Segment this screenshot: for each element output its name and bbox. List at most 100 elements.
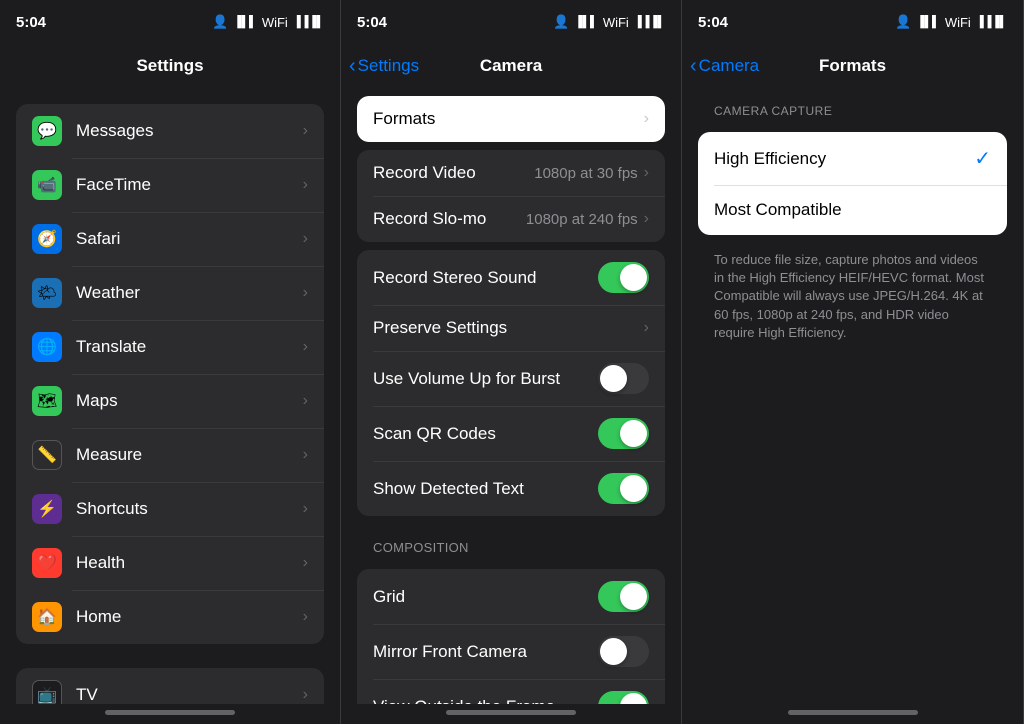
sidebar-item-weather[interactable]: 🌤 Weather › bbox=[16, 266, 324, 320]
tv-label: TV bbox=[76, 685, 303, 704]
camera-back-button[interactable]: ‹ Settings bbox=[349, 56, 419, 76]
record-video-value: 1080p at 30 fps bbox=[534, 165, 637, 182]
signal-icon-2: ▐▌▌ bbox=[574, 16, 597, 28]
sidebar-item-facetime[interactable]: 📹 FaceTime › bbox=[16, 158, 324, 212]
safari-label: Safari bbox=[76, 229, 303, 249]
qr-row: Scan QR Codes bbox=[357, 406, 665, 461]
home-bar-3 bbox=[788, 710, 918, 715]
person-icon: 👤 bbox=[212, 14, 228, 30]
settings-scroll[interactable]: 💬 Messages › 📹 FaceTime › 🧭 Safari › 🌤 W… bbox=[0, 88, 340, 704]
camera-nav-bar: ‹ Settings Camera bbox=[341, 44, 681, 88]
volume-row: Use Volume Up for Burst bbox=[357, 351, 665, 406]
measure-icon: 📏 bbox=[32, 440, 62, 470]
composition-card: Grid Mirror Front Camera View Outside th… bbox=[357, 569, 665, 704]
status-icons-2: 👤 ▐▌▌ WiFi ▐▐▐▌ bbox=[553, 14, 665, 30]
battery-icon-2: ▐▐▐▌ bbox=[634, 16, 665, 28]
home-bar-2 bbox=[446, 710, 576, 715]
shortcuts-label: Shortcuts bbox=[76, 499, 303, 519]
high-efficiency-row[interactable]: High Efficiency ✓ bbox=[698, 132, 1007, 185]
sidebar-item-safari[interactable]: 🧭 Safari › bbox=[16, 212, 324, 266]
formats-description: To reduce file size, capture photos and … bbox=[682, 243, 1023, 358]
qr-toggle[interactable] bbox=[598, 418, 649, 449]
record-video-label: Record Video bbox=[373, 163, 534, 183]
shortcuts-chevron: › bbox=[303, 500, 308, 518]
person-icon-3: 👤 bbox=[895, 14, 911, 30]
record-slomo-row[interactable]: Record Slo-mo 1080p at 240 fps › bbox=[357, 196, 665, 242]
translate-chevron: › bbox=[303, 338, 308, 356]
text-detection-toggle[interactable] bbox=[598, 473, 649, 504]
status-time-2: 5:04 bbox=[357, 14, 387, 31]
tv-icon: 📺 bbox=[32, 680, 62, 704]
most-compatible-row[interactable]: Most Compatible bbox=[698, 185, 1007, 235]
sidebar-item-home[interactable]: 🏠 Home › bbox=[16, 590, 324, 644]
signal-icon: ▐▌▌ bbox=[233, 16, 256, 28]
camera-nav-title: Camera bbox=[480, 56, 542, 76]
outside-toggle[interactable] bbox=[598, 691, 649, 704]
formats-row[interactable]: Formats › bbox=[357, 96, 665, 142]
mirror-row: Mirror Front Camera bbox=[357, 624, 665, 679]
sidebar-item-translate[interactable]: 🌐 Translate › bbox=[16, 320, 324, 374]
sidebar-item-measure[interactable]: 📏 Measure › bbox=[16, 428, 324, 482]
status-time-3: 5:04 bbox=[698, 14, 728, 31]
translate-label: Translate bbox=[76, 337, 303, 357]
formats-nav-title: Formats bbox=[819, 56, 886, 76]
volume-toggle[interactable] bbox=[598, 363, 649, 394]
formats-scroll[interactable]: CAMERA CAPTURE High Efficiency ✓ Most Co… bbox=[682, 88, 1023, 704]
settings-panel: 5:04 👤 ▐▌▌ WiFi ▐▐▐▌ Settings 💬 Messages… bbox=[0, 0, 341, 724]
record-slomo-chevron: › bbox=[644, 210, 649, 228]
text-detection-label: Show Detected Text bbox=[373, 479, 598, 499]
sidebar-item-shortcuts[interactable]: ⚡ Shortcuts › bbox=[16, 482, 324, 536]
camera-panel: 5:04 👤 ▐▌▌ WiFi ▐▐▐▌ ‹ Settings Camera F… bbox=[341, 0, 682, 724]
status-bar-3: 5:04 👤 ▐▌▌ WiFi ▐▐▐▌ bbox=[682, 0, 1023, 44]
high-efficiency-checkmark: ✓ bbox=[974, 146, 991, 171]
battery-icon-3: ▐▐▐▌ bbox=[976, 16, 1007, 28]
mirror-label: Mirror Front Camera bbox=[373, 642, 598, 662]
maps-label: Maps bbox=[76, 391, 303, 411]
formats-back-button[interactable]: ‹ Camera bbox=[690, 56, 759, 76]
messages-icon: 💬 bbox=[32, 116, 62, 146]
volume-label: Use Volume Up for Burst bbox=[373, 369, 598, 389]
facetime-label: FaceTime bbox=[76, 175, 303, 195]
weather-icon: 🌤 bbox=[32, 278, 62, 308]
sidebar-item-tv[interactable]: 📺 TV › bbox=[16, 668, 324, 704]
back-label: Settings bbox=[358, 56, 419, 76]
wifi-icon-3: WiFi bbox=[945, 15, 971, 30]
settings-title: Settings bbox=[136, 56, 203, 76]
safari-icon: 🧭 bbox=[32, 224, 62, 254]
grid-toggle[interactable] bbox=[598, 581, 649, 612]
health-chevron: › bbox=[303, 554, 308, 572]
preserve-chevron: › bbox=[644, 319, 649, 337]
home-icon: 🏠 bbox=[32, 602, 62, 632]
wifi-icon-2: WiFi bbox=[603, 15, 629, 30]
status-bar-1: 5:04 👤 ▐▌▌ WiFi ▐▐▐▌ bbox=[0, 0, 340, 44]
record-slomo-label: Record Slo-mo bbox=[373, 209, 526, 229]
sidebar-item-maps[interactable]: 🗺 Maps › bbox=[16, 374, 324, 428]
status-time-1: 5:04 bbox=[16, 14, 46, 31]
facetime-icon: 📹 bbox=[32, 170, 62, 200]
stereo-row: Record Stereo Sound bbox=[357, 250, 665, 305]
settings-list-1: 💬 Messages › 📹 FaceTime › 🧭 Safari › 🌤 W… bbox=[0, 88, 340, 704]
mirror-toggle[interactable] bbox=[598, 636, 649, 667]
grid-row: Grid bbox=[357, 569, 665, 624]
maps-chevron: › bbox=[303, 392, 308, 410]
battery-icon: ▐▐▐▌ bbox=[293, 16, 324, 28]
sidebar-item-messages[interactable]: 💬 Messages › bbox=[16, 104, 324, 158]
translate-icon: 🌐 bbox=[32, 332, 62, 362]
record-video-row[interactable]: Record Video 1080p at 30 fps › bbox=[357, 150, 665, 196]
outside-row: View Outside the Frame bbox=[357, 679, 665, 704]
signal-icon-3: ▐▌▌ bbox=[916, 16, 939, 28]
video-card: Record Video 1080p at 30 fps › Record Sl… bbox=[357, 150, 665, 242]
messages-label: Messages bbox=[76, 121, 303, 141]
preserve-row[interactable]: Preserve Settings › bbox=[357, 305, 665, 351]
status-bar-2: 5:04 👤 ▐▌▌ WiFi ▐▐▐▌ bbox=[341, 0, 681, 44]
home-label: Home bbox=[76, 607, 303, 627]
back-chevron-icon: ‹ bbox=[349, 56, 356, 76]
home-chevron: › bbox=[303, 608, 308, 626]
camera-scroll[interactable]: Formats › Record Video 1080p at 30 fps ›… bbox=[341, 88, 681, 704]
record-slomo-value: 1080p at 240 fps bbox=[526, 211, 638, 228]
facetime-chevron: › bbox=[303, 176, 308, 194]
format-options-card: High Efficiency ✓ Most Compatible bbox=[698, 132, 1007, 235]
sidebar-item-health[interactable]: ❤️ Health › bbox=[16, 536, 324, 590]
health-label: Health bbox=[76, 553, 303, 573]
stereo-toggle[interactable] bbox=[598, 262, 649, 293]
